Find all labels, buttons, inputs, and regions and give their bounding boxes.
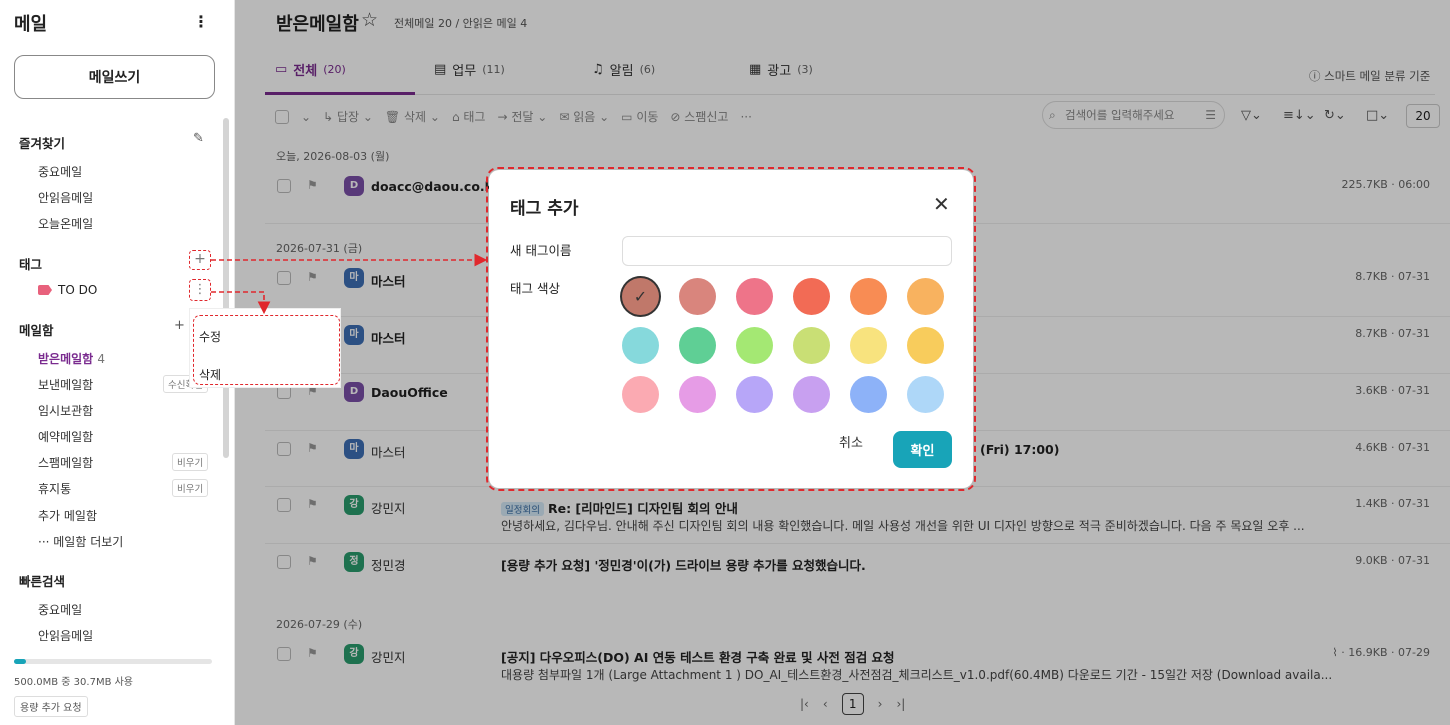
storage-text: 500.0MB 중 30.7MB 사용 [14, 677, 134, 688]
tag-context-menu: 수정 삭제 [189, 308, 341, 388]
check-icon: ✓ [633, 287, 648, 306]
tags-title: 태그 [19, 257, 43, 272]
sidebar-item-sent[interactable]: 보낸메일함 [38, 376, 93, 393]
color-swatch[interactable] [793, 376, 830, 413]
color-swatch[interactable] [736, 278, 773, 315]
color-swatch[interactable] [679, 376, 716, 413]
mailboxes-title: 메일함 [19, 323, 54, 338]
color-swatch[interactable] [907, 376, 944, 413]
app-title: 메일 [14, 14, 48, 35]
storage-progress-fill [14, 659, 26, 664]
sidebar-scrollbar[interactable] [223, 118, 229, 458]
storage-request-button[interactable]: 용량 추가 요청 [14, 696, 88, 717]
inbox-unread-count: 4 [97, 352, 106, 366]
sidebar-item-drafts[interactable]: 임시보관함 [38, 402, 93, 419]
add-tag-dialog: 태그 추가 ✕ 새 태그이름 태그 색상 ✓ 취소 확인 [489, 170, 973, 488]
tag-name-input[interactable] [622, 236, 952, 266]
color-swatch[interactable] [850, 327, 887, 364]
tag-name-label: 새 태그이름 [510, 243, 572, 258]
sidebar-item-trash[interactable]: 휴지통 [38, 480, 71, 497]
dialog-title: 태그 추가 [510, 199, 579, 219]
close-icon[interactable]: ✕ [933, 192, 950, 216]
empty-trash-button[interactable]: 비우기 [172, 479, 209, 497]
menu-item-delete[interactable]: 삭제 [199, 366, 221, 383]
sidebar-item-unread[interactable]: 안읽음메일 [38, 189, 93, 206]
tag-section: 태그 + TO DO ⋮ [11, 247, 218, 307]
quick-search-important[interactable]: 중요메일 [38, 601, 82, 618]
color-swatch[interactable] [736, 376, 773, 413]
sidebar-item-important[interactable]: 중요메일 [38, 163, 82, 180]
quick-search-title: 빠른검색 [19, 574, 66, 589]
color-swatch[interactable] [793, 327, 830, 364]
edit-pencil-icon[interactable]: ✎ [193, 131, 204, 146]
favorites-title: 즐겨찾기 [19, 136, 66, 151]
color-swatch[interactable] [850, 376, 887, 413]
inbox-label: 받은메일함 [38, 352, 94, 366]
color-swatch[interactable] [907, 278, 944, 315]
color-swatch[interactable] [907, 327, 944, 364]
confirm-button[interactable]: 확인 [893, 431, 952, 468]
color-swatch[interactable] [793, 278, 830, 315]
context-menu-highlight: 수정 삭제 [193, 315, 340, 385]
color-swatch[interactable] [850, 278, 887, 315]
storage-progress [14, 659, 212, 664]
sidebar-item-extra[interactable]: 추가 메일함 [38, 507, 97, 524]
color-swatch[interactable] [622, 376, 659, 413]
add-mailbox-icon[interactable]: + [174, 318, 185, 333]
sidebar-item-spam[interactable]: 스팸메일함 [38, 454, 93, 471]
sidebar-item-more[interactable]: ··· 메일함 더보기 [38, 533, 123, 550]
menu-item-edit[interactable]: 수정 [199, 328, 221, 345]
color-swatch[interactable] [679, 278, 716, 315]
tag-icon [38, 285, 52, 295]
sidebar-item-scheduled[interactable]: 예약메일함 [38, 428, 93, 445]
sidebar-item-inbox[interactable]: 받은메일함 4 [38, 350, 105, 367]
tag-item-todo[interactable]: TO DO [38, 283, 97, 297]
tag-name: TO DO [58, 283, 98, 297]
compose-button[interactable]: 메일쓰기 [14, 55, 215, 99]
tag-more-button[interactable]: ⋮ [189, 279, 211, 301]
quick-search-unread[interactable]: 안읽음메일 [38, 627, 93, 644]
sidebar-item-today[interactable]: 오늘온메일 [38, 215, 93, 232]
empty-spam-button[interactable]: 비우기 [172, 453, 209, 471]
tag-color-label: 태그 색상 [510, 281, 560, 296]
more-options-icon[interactable]: ⋮ [193, 12, 209, 31]
color-swatch[interactable] [736, 327, 773, 364]
color-swatch[interactable]: ✓ [622, 278, 659, 315]
add-tag-button[interactable]: + [189, 250, 211, 270]
cancel-button[interactable]: 취소 [839, 432, 863, 451]
color-swatch[interactable] [679, 327, 716, 364]
color-swatch[interactable] [622, 327, 659, 364]
